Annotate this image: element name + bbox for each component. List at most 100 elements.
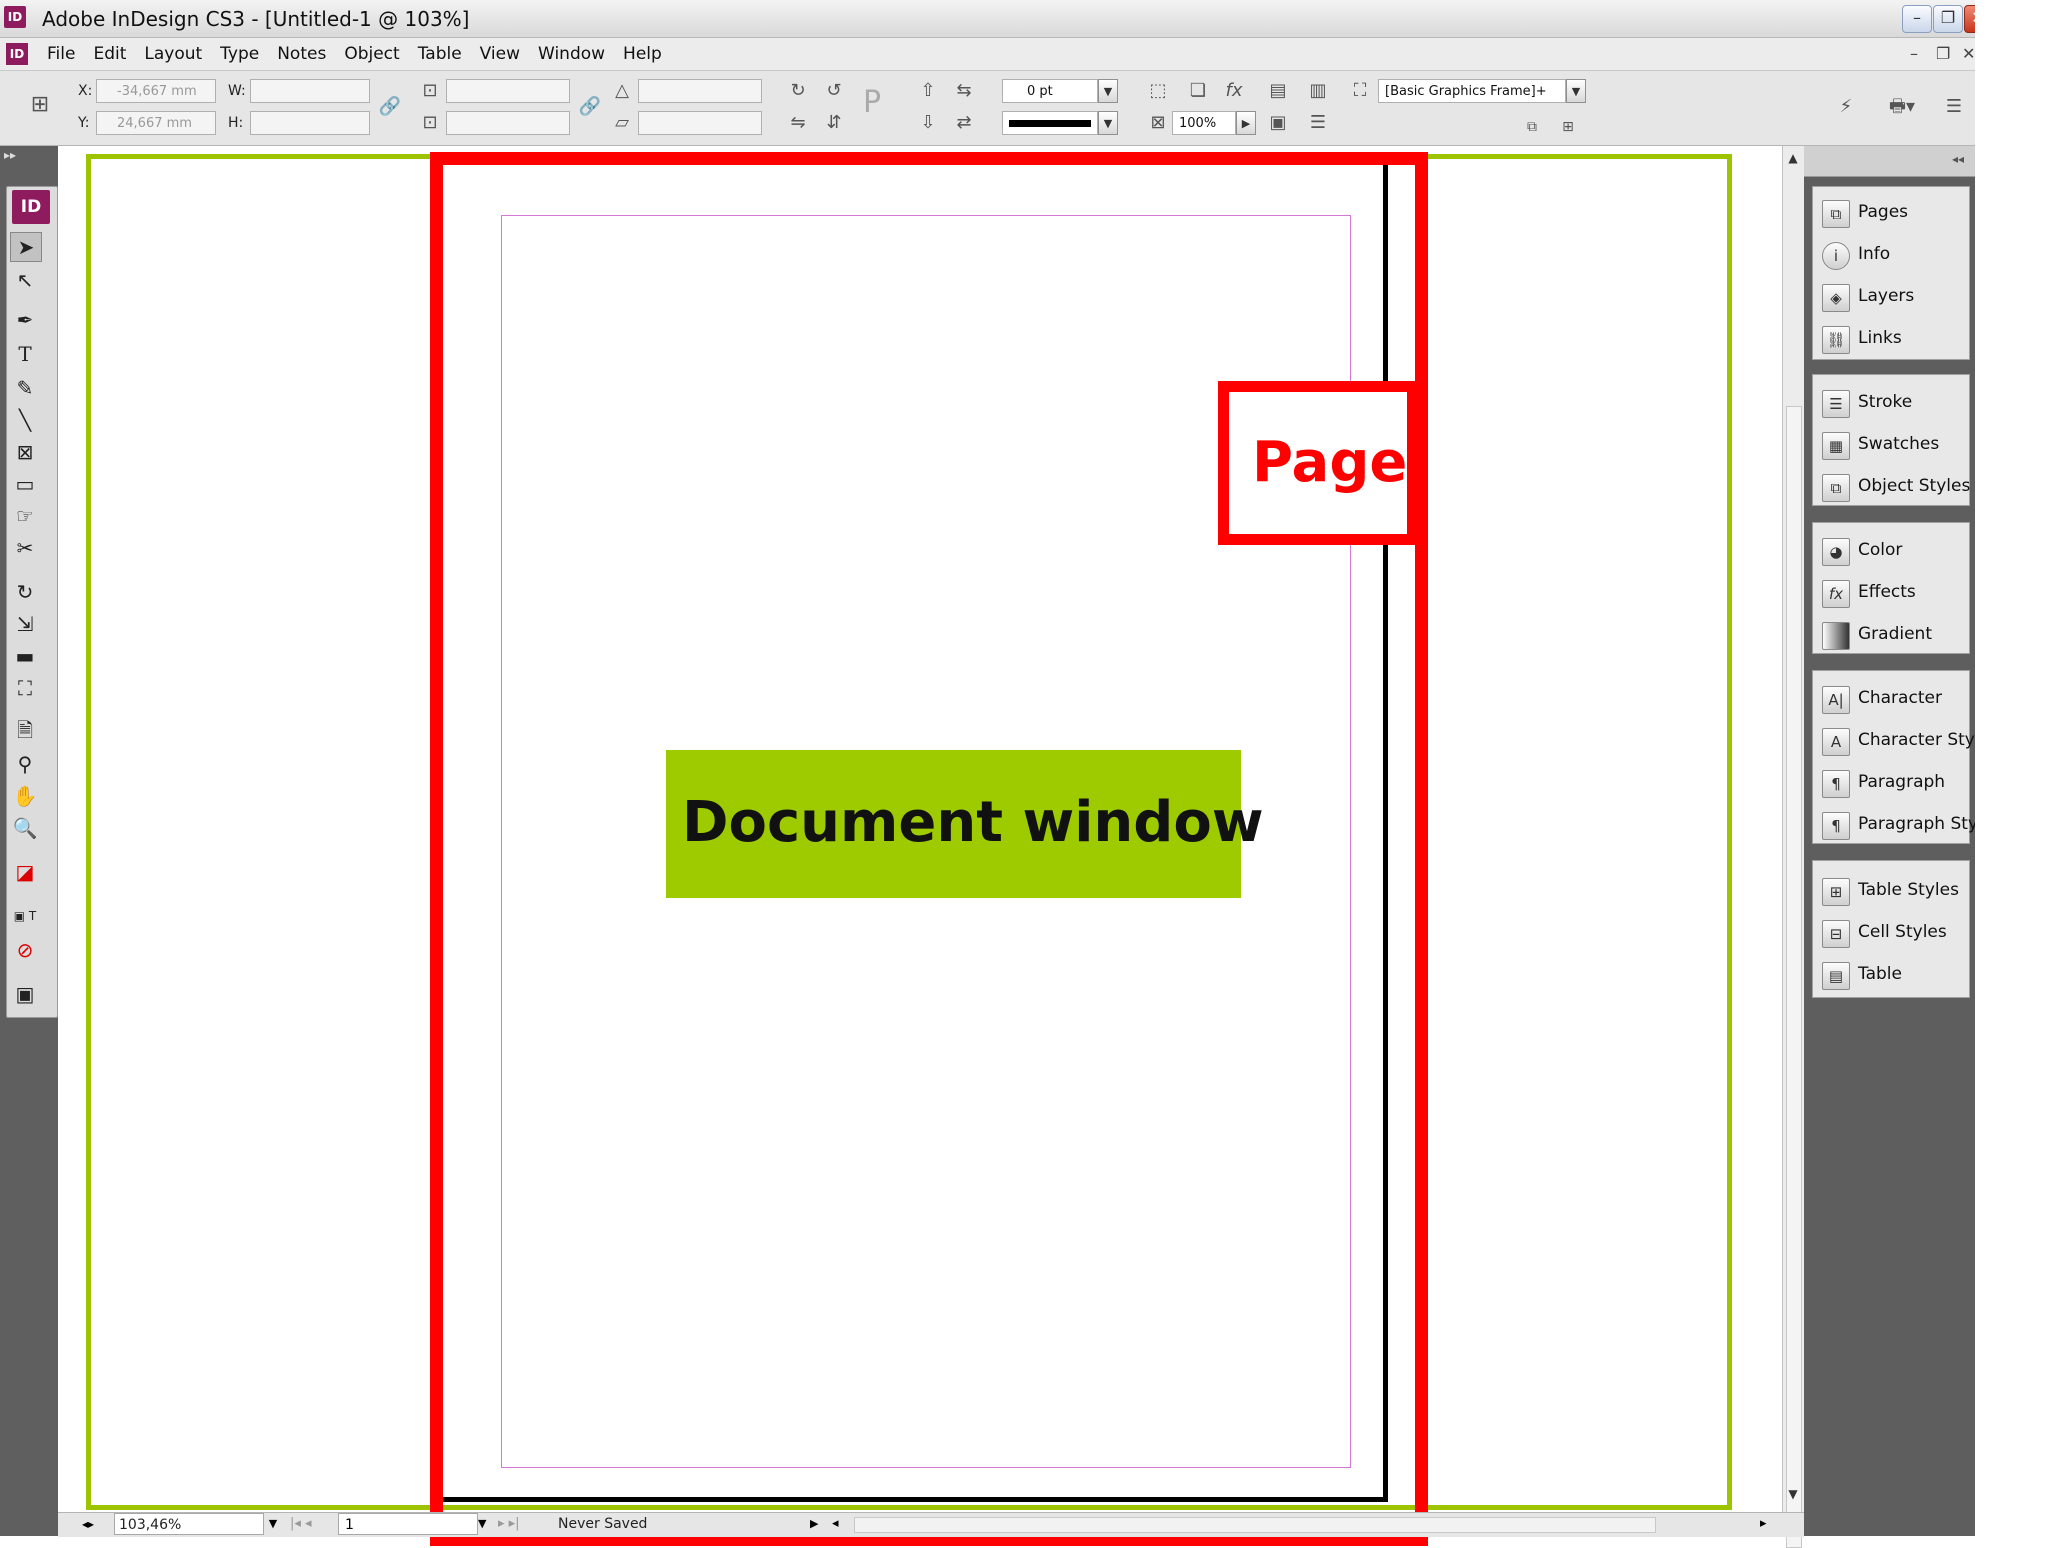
horizontal-scroll-thumb[interactable] (854, 1517, 1656, 1533)
scale-tool-icon[interactable]: ⇲ (10, 610, 40, 638)
free-transform-tool-icon[interactable]: ⛶ (10, 674, 40, 702)
rotate-ccw-icon[interactable]: ↺ (822, 79, 846, 103)
clear-overrides-icon[interactable]: ⧉ (1520, 115, 1544, 139)
pasteboard-toggle-icon[interactable]: ◂▸ (82, 1515, 100, 1533)
scroll-left-icon[interactable]: ◂ (832, 1513, 839, 1535)
gradient-tool-icon[interactable]: ▬ (10, 642, 40, 670)
new-style-icon[interactable]: ⊞ (1556, 115, 1580, 139)
pencil-tool-icon[interactable]: ✎ (10, 374, 40, 402)
fitting-icon[interactable]: ⬚ (1146, 79, 1170, 103)
doc-restore-icon[interactable]: ❐ (1936, 44, 1950, 63)
menu-view[interactable]: View (471, 44, 529, 64)
select-next-icon[interactable]: ⇄ (952, 111, 976, 135)
panel-menu-icon[interactable]: ☰ (1942, 95, 1966, 119)
panel-paragraph-styles[interactable]: ¶ Paragraph Styles (1812, 804, 2002, 846)
view-mode-icon[interactable]: ▣ (10, 980, 40, 1008)
next-page-icon[interactable]: ▸ ▸| (498, 1513, 520, 1535)
quick-apply-icon[interactable]: ⚡ (1834, 95, 1858, 119)
panel-effects[interactable]: fx Effects (1812, 572, 1970, 614)
panel-pages[interactable]: ⧉ Pages (1812, 192, 1970, 234)
panel-swatches[interactable]: ▦ Swatches (1812, 424, 1970, 466)
text-wrap-bbox-icon[interactable]: ▥ (1306, 79, 1330, 103)
panel-gradient[interactable]: Gradient (1812, 614, 1970, 656)
scale-y-field[interactable] (446, 111, 570, 135)
drop-shadow-icon[interactable]: ❏ (1186, 79, 1210, 103)
eyedropper-tool-icon[interactable]: ⚲ (10, 750, 40, 778)
zoom-tool-icon[interactable]: 🔍 (10, 814, 40, 842)
doc-close-icon[interactable]: ✕ (1962, 44, 1975, 63)
rectangle-tool-icon[interactable]: ▭ (10, 470, 40, 498)
scroll-down-icon[interactable]: ▼ (1783, 1484, 1803, 1504)
panel-layers[interactable]: ◈ Layers (1812, 276, 1970, 318)
rotation-field[interactable] (638, 79, 762, 103)
doc-minimize-icon[interactable]: – (1910, 44, 1918, 63)
opacity-field[interactable]: 100% (1172, 111, 1236, 135)
page-number-field[interactable]: 1 (338, 1513, 478, 1535)
minimize-button[interactable]: – (1902, 5, 1932, 33)
object-style-dropdown[interactable]: ▼ (1566, 79, 1586, 103)
stroke-type-dropdown[interactable]: ▼ (1098, 111, 1118, 135)
menu-object[interactable]: Object (335, 44, 408, 64)
panel-table[interactable]: ▤ Table (1812, 954, 1970, 996)
select-content-icon[interactable]: ⇩ (916, 111, 940, 135)
x-field[interactable]: -34,667 mm (96, 79, 216, 103)
collapse-toolbox-icon[interactable]: ▸▸ (4, 148, 16, 162)
panel-table-styles[interactable]: ⊞ Table Styles (1812, 870, 1970, 912)
zoom-field[interactable]: 103,46% (114, 1513, 264, 1535)
rotate-cw-icon[interactable]: ↻ (786, 79, 810, 103)
bridge-icon[interactable]: 🖶▾ (1882, 95, 1922, 119)
menu-window[interactable]: Window (529, 44, 614, 64)
w-field[interactable] (250, 79, 370, 103)
panel-info[interactable]: i Info (1812, 234, 1970, 276)
flip-vertical-icon[interactable]: ⇵ (822, 111, 846, 135)
menu-help[interactable]: Help (614, 44, 671, 64)
menu-layout[interactable]: Layout (135, 44, 211, 64)
hand-tool-icon[interactable]: ✋ (10, 782, 40, 810)
select-container-icon[interactable]: ⇧ (916, 79, 940, 103)
scroll-up-icon[interactable]: ▲ (1783, 148, 1803, 168)
text-wrap-jump-icon[interactable]: ☰ (1306, 111, 1330, 135)
stroke-weight-field[interactable]: 0 pt (1002, 79, 1098, 103)
scroll-right-icon[interactable]: ▸ (1760, 1513, 1767, 1535)
object-style-field[interactable]: [Basic Graphics Frame]+ (1378, 79, 1566, 103)
h-field[interactable] (250, 111, 370, 135)
maximize-button[interactable]: ❐ (1933, 5, 1963, 33)
panel-dock-header[interactable]: ◂◂ (1804, 146, 1975, 177)
reference-point-icon[interactable]: ⊞ (28, 93, 52, 117)
panel-cell-styles[interactable]: ⊟ Cell Styles (1812, 912, 1970, 954)
zoom-dropdown-icon[interactable]: ▼ (264, 1513, 282, 1535)
fill-stroke-icon[interactable]: ◪ (10, 858, 40, 886)
shear-field[interactable] (638, 111, 762, 135)
rectangle-frame-tool-icon[interactable]: ⊠ (10, 438, 40, 466)
text-wrap-shape-icon[interactable]: ▣ (1266, 111, 1290, 135)
flip-horizontal-icon[interactable]: ⇋ (786, 111, 810, 135)
button-tool-icon[interactable]: ☞ (10, 502, 40, 530)
panel-color[interactable]: ◕ Color (1812, 530, 1970, 572)
type-tool-icon[interactable]: T (10, 340, 40, 368)
panel-character-styles[interactable]: A Character Styles (1812, 720, 1999, 762)
text-wrap-none-icon[interactable]: ▤ (1266, 79, 1290, 103)
stroke-type-field[interactable] (1002, 111, 1098, 135)
vertical-scrollbar[interactable]: ▲ ▼ (1782, 146, 1805, 1548)
pen-tool-icon[interactable]: ✒ (10, 306, 40, 334)
fx-icon[interactable]: fx (1222, 79, 1246, 103)
status-menu-icon[interactable]: ▶ (810, 1513, 818, 1535)
line-tool-icon[interactable]: ╲ (10, 406, 40, 434)
panel-character[interactable]: A| Character (1812, 678, 1970, 720)
rotate-tool-icon[interactable]: ↻ (10, 578, 40, 606)
selection-tool-icon[interactable]: ➤ (10, 232, 42, 262)
select-previous-icon[interactable]: ⇆ (952, 79, 976, 103)
scroll-thumb[interactable] (1786, 406, 1802, 1548)
menu-table[interactable]: Table (409, 44, 471, 64)
menu-type[interactable]: Type (211, 44, 268, 64)
panel-links[interactable]: ⛓ Links (1812, 318, 1970, 360)
constrain-proportions-icon[interactable]: 🔗 (378, 95, 402, 119)
menu-file[interactable]: File (38, 44, 84, 64)
scissors-tool-icon[interactable]: ✂ (10, 534, 40, 562)
first-page-icon[interactable]: |◂ ◂ (290, 1513, 312, 1535)
menu-notes[interactable]: Notes (268, 44, 335, 64)
y-field[interactable]: 24,667 mm (96, 111, 216, 135)
panel-paragraph[interactable]: ¶ Paragraph (1812, 762, 1970, 804)
direct-selection-tool-icon[interactable]: ↖ (10, 266, 40, 294)
constrain-scale-icon[interactable]: 🔗 (578, 95, 602, 119)
